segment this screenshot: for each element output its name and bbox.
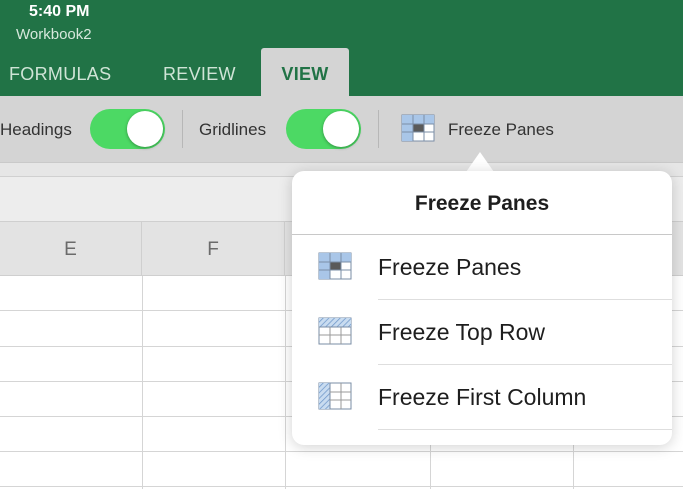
tab-formulas[interactable]: FORMULAS (9, 48, 111, 96)
menu-divider (378, 429, 672, 430)
freeze-panes-icon[interactable] (401, 114, 435, 147)
tab-view[interactable]: VIEW (261, 48, 349, 96)
grid-line (0, 451, 683, 452)
menu-item-label: Freeze Top Row (378, 319, 546, 345)
column-header-e[interactable]: E (0, 222, 142, 276)
freeze-panes-icon (318, 252, 352, 285)
grid-line (0, 486, 683, 487)
ribbon-separator (182, 110, 183, 148)
ribbon-tabs: FORMULAS REVIEW VIEW (0, 48, 683, 96)
gridlines-label: Gridlines (199, 120, 267, 139)
popover-arrow (466, 152, 494, 172)
menu-item-label: Freeze First Column (378, 384, 587, 410)
document-title[interactable]: Workbook2 (16, 26, 92, 43)
headings-toggle-knob (127, 111, 163, 147)
freeze-first-column-icon (318, 382, 352, 415)
headings-label: Headings (0, 120, 72, 139)
app-header: 5:40 PM Workbook2 FORMULAS REVIEW VIEW (0, 0, 683, 96)
column-header-f[interactable]: F (142, 222, 285, 276)
menu-item-freeze-top-row[interactable]: Freeze Top Row (292, 300, 672, 364)
tab-review[interactable]: REVIEW (163, 48, 236, 96)
menu-item-label: Freeze Panes (378, 254, 522, 280)
grid-line (142, 276, 143, 489)
headings-toggle[interactable] (90, 109, 165, 149)
popover-title: Freeze Panes (292, 171, 672, 235)
gridlines-toggle[interactable] (286, 109, 361, 149)
status-time: 5:40 PM (29, 3, 90, 20)
view-ribbon: Headings Gridlines Freeze Panes (0, 96, 683, 162)
freeze-panes-button[interactable]: Freeze Panes (448, 120, 554, 140)
freeze-top-row-icon (318, 317, 352, 350)
grid-line (285, 276, 286, 489)
gridlines-toggle-knob (323, 111, 359, 147)
menu-item-freeze-panes[interactable]: Freeze Panes (292, 235, 672, 299)
freeze-panes-popover: Freeze Panes Freeze Panes Freeze Top Row… (292, 171, 672, 445)
menu-item-freeze-first-column[interactable]: Freeze First Column (292, 365, 672, 429)
ribbon-separator (378, 110, 379, 148)
